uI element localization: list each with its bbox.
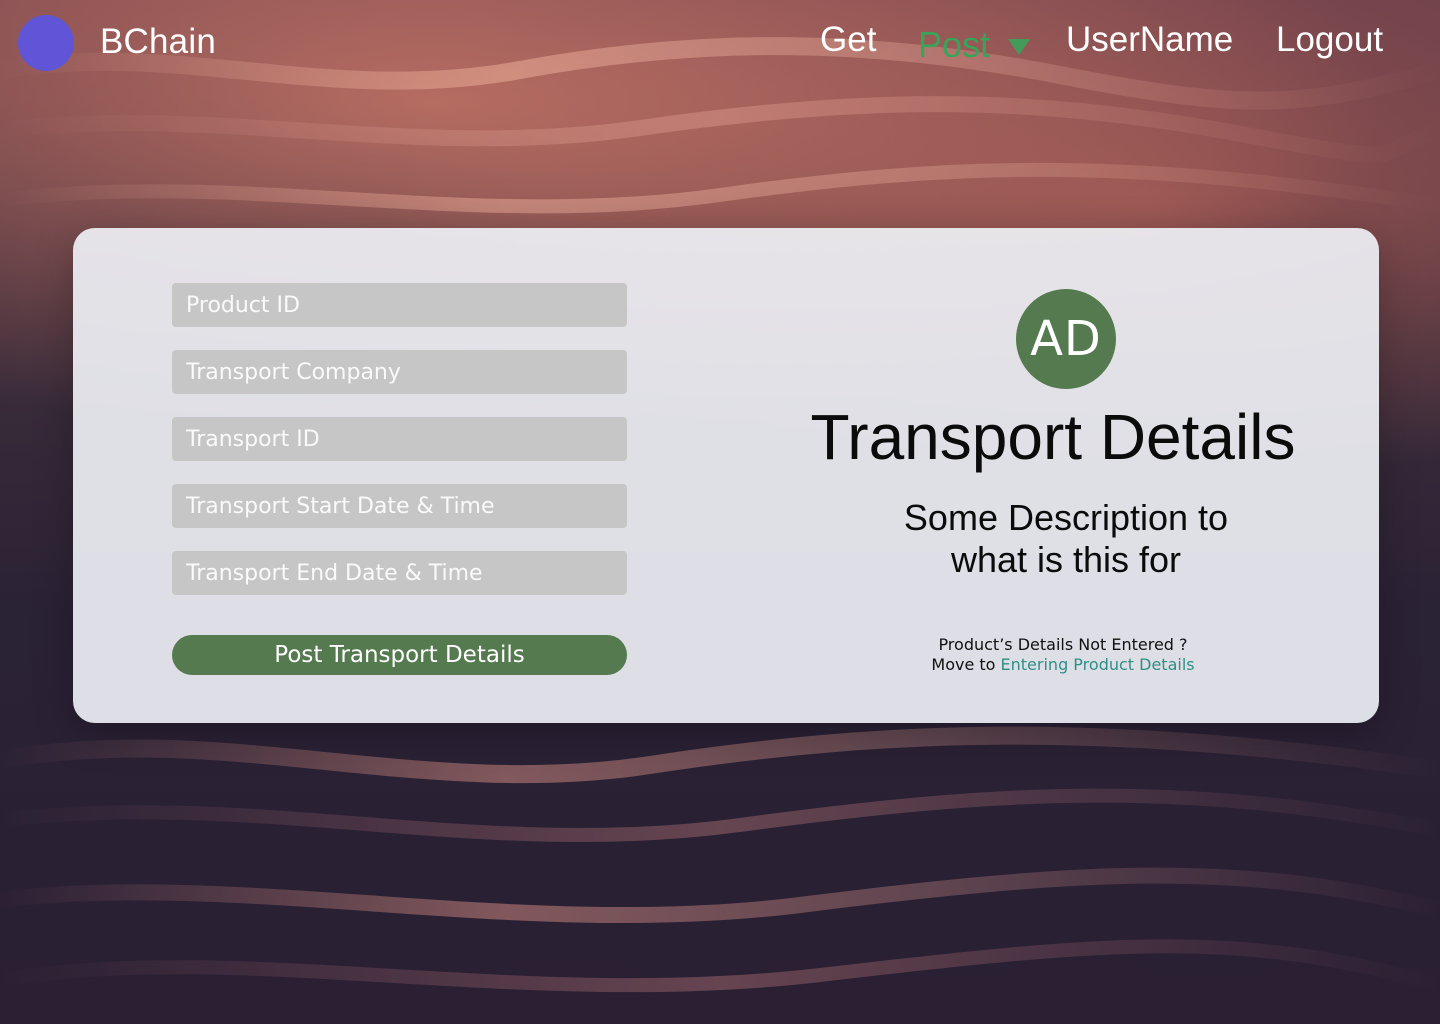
transport-form: Post Transport Details [172,283,627,675]
nav-link-logout[interactable]: Logout [1276,20,1383,60]
transport-details-card: Post Transport Details AD Transport Deta… [73,228,1379,723]
nav-link-username[interactable]: UserName [1066,20,1233,60]
nav-link-get[interactable]: Get [820,20,876,60]
logo-dot-icon [18,15,74,71]
product-details-note: Product’s Details Not Entered ? Move to … [838,635,1288,675]
page-title: Transport Details [810,401,1296,473]
transport-info-panel: AD Transport Details Some Description to… [728,228,1379,723]
page-description: Some Description to what is this for [903,497,1229,580]
transport-end-datetime-input[interactable] [172,551,627,595]
chevron-down-icon [1008,39,1031,55]
nav-link-post[interactable]: Post [918,24,1031,66]
avatar-initials: AD [1016,289,1116,389]
transport-id-input[interactable] [172,417,627,461]
top-nav: BChain Get Post UserName Logout [0,0,1440,90]
product-details-note-line2: Move to Entering Product Details [838,655,1288,675]
avatar: AD [1006,280,1126,390]
product-id-input[interactable] [172,283,627,327]
nav-link-post-label: Post [918,24,991,65]
transport-company-input[interactable] [172,350,627,394]
post-transport-details-button[interactable]: Post Transport Details [172,635,627,675]
brand-name: BChain [100,22,216,61]
entering-product-details-link[interactable]: Entering Product Details [1001,655,1195,674]
product-details-note-prefix: Move to [931,655,1001,674]
transport-start-datetime-input[interactable] [172,484,627,528]
product-details-note-line1: Product’s Details Not Entered ? [938,635,1188,654]
